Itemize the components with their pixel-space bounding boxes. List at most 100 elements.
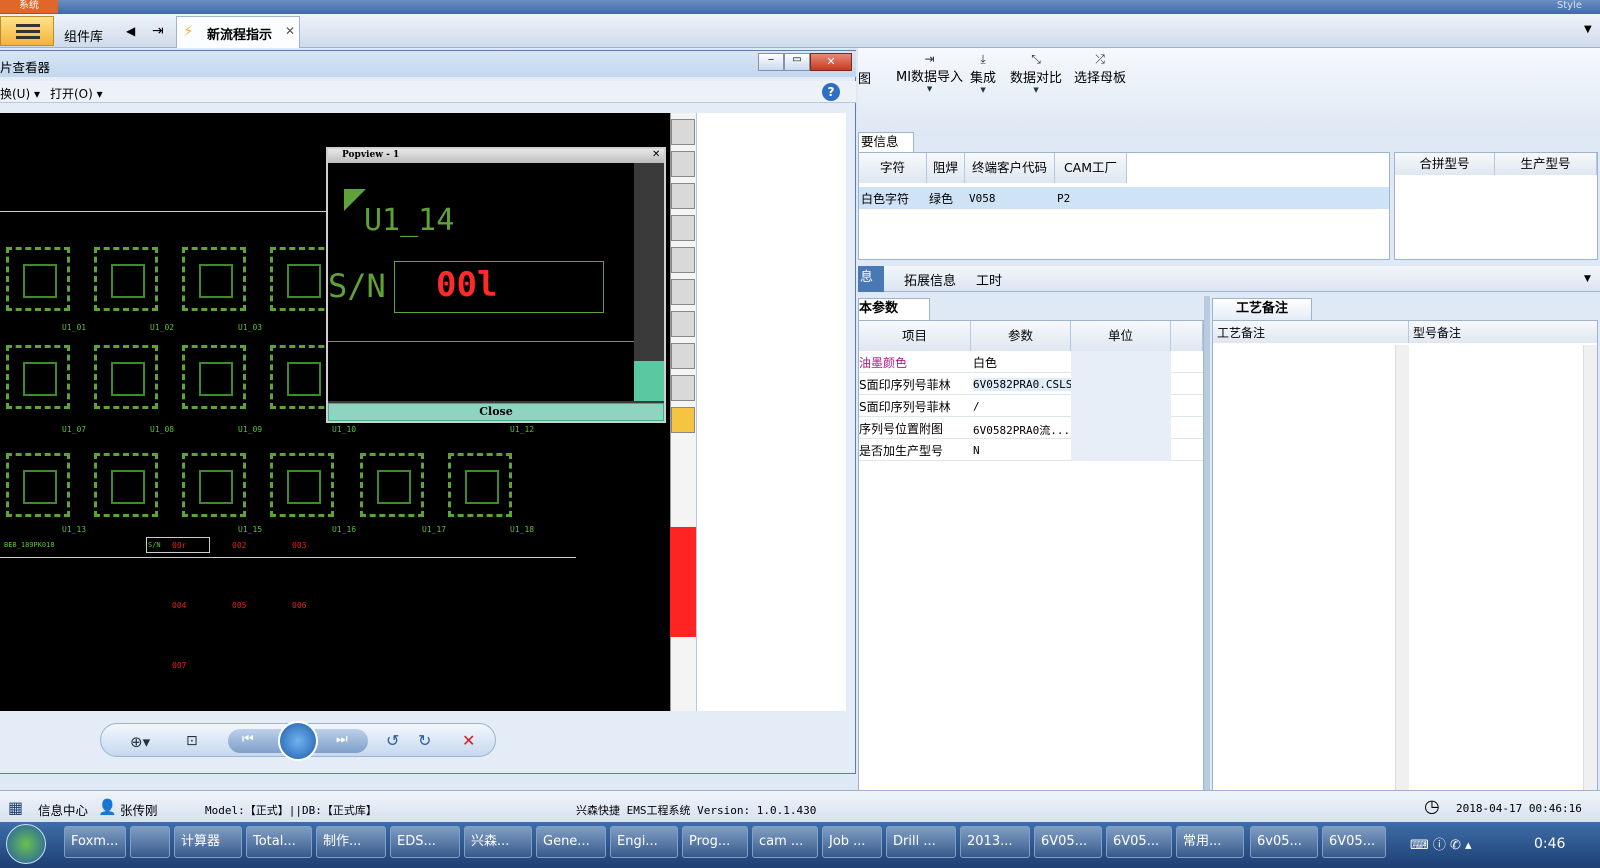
menu-open[interactable]: 打开(O) ▾ — [50, 85, 103, 102]
tool-icon[interactable] — [671, 215, 695, 241]
next-icon[interactable]: ⏭ — [336, 732, 348, 747]
taskbar-item[interactable]: 6V05... — [1106, 826, 1172, 858]
chip-label: U1_02 — [150, 323, 175, 332]
col-header[interactable]: 项目 — [859, 321, 971, 351]
popview-close-icon[interactable]: ✕ — [652, 149, 660, 160]
tab-next-icon[interactable]: ⇥ — [152, 23, 164, 39]
tab-close-icon[interactable]: ✕ — [285, 24, 295, 38]
taskbar-item[interactable]: Foxm... — [64, 826, 126, 858]
taskbar-item[interactable]: Engi... — [610, 826, 678, 858]
taskbar-item[interactable]: EDS... — [390, 826, 460, 858]
summary-tab[interactable]: 要信息 — [858, 132, 914, 152]
col-header[interactable]: 终端客户代码 — [965, 153, 1055, 183]
notes-process-scrollbar[interactable] — [1395, 345, 1409, 807]
grid-icon[interactable]: ▦ — [8, 798, 23, 817]
table-row[interactable]: 是否加生产型号 N — [859, 439, 1203, 461]
notes-process-header: 工艺备注 — [1213, 321, 1409, 343]
subtab-hours[interactable]: 工时 — [976, 270, 1002, 289]
rotate-right-icon[interactable]: ↻ — [418, 731, 431, 750]
tool-icon[interactable] — [671, 183, 695, 209]
subtab-extended[interactable]: 拓展信息 — [904, 270, 956, 289]
tool-icon[interactable] — [671, 151, 695, 177]
table-row[interactable]: S面印序列号菲林 6V0582PRA0.CSLSH — [859, 373, 1203, 395]
col-header[interactable]: 合拼型号 — [1395, 153, 1495, 175]
popview-canvas[interactable]: U1_14 S/N 00l — [328, 163, 634, 401]
taskbar-item[interactable]: 制作... — [316, 826, 386, 858]
cell: P2 — [1057, 192, 1071, 205]
chip-label: U1_03 — [238, 323, 263, 332]
params-tab[interactable]: 本参数 — [858, 298, 930, 320]
splitter[interactable] — [1204, 296, 1210, 808]
popview-window: Popview - 1 ✕ U1_14 S/N 00l Close — [326, 147, 666, 423]
taskbar-item[interactable]: Job ... — [822, 826, 882, 858]
table-row[interactable]: 白色字符 绿色 V058 P2 — [859, 187, 1389, 209]
cell: 白色字符 — [861, 192, 910, 206]
ribbon-button-0[interactable]: 图 — [858, 68, 871, 87]
taskbar-item[interactable]: Gene... — [536, 826, 606, 858]
system-menu-button[interactable]: 系统 — [0, 0, 58, 13]
taskbar-item[interactable] — [130, 826, 170, 858]
info-center[interactable]: 信息中心 — [38, 800, 88, 819]
taskbar-item[interactable]: Drill ... — [886, 826, 956, 858]
help-icon[interactable]: ? — [822, 83, 840, 101]
fit-icon[interactable]: ⊡ — [186, 733, 198, 749]
tab-active[interactable]: ⚡ 新流程指示 ✕ — [176, 16, 300, 48]
col-header[interactable]: 阻焊 — [927, 153, 965, 183]
taskbar-item[interactable]: 常用... — [1176, 826, 1244, 858]
zoom-icon[interactable]: ⊕▾ — [130, 733, 150, 751]
pointer-icon[interactable] — [671, 407, 695, 433]
subtab-info[interactable]: 息 — [858, 266, 884, 292]
taskbar-item[interactable]: 计算器 — [174, 826, 242, 858]
subtab-dropdown-icon[interactable]: ▼ — [1584, 274, 1591, 284]
col-header[interactable]: 字符 — [859, 153, 927, 183]
delete-icon[interactable]: ✕ — [462, 731, 475, 750]
table-row[interactable]: S面印序列号菲林 / — [859, 395, 1203, 417]
notes-model-scrollbar[interactable] — [1583, 345, 1597, 807]
taskbar-item[interactable]: 2013... — [960, 826, 1030, 858]
maximize-button[interactable]: ▭ — [784, 53, 810, 71]
taskbar-item[interactable]: Total... — [246, 826, 312, 858]
col-header[interactable]: 参数 — [971, 321, 1071, 351]
pcb-canvas[interactable]: U1_01 U1_02 U1_03 U1_07 U1_08 U1_09 U1_1… — [0, 113, 696, 711]
tabbar-dropdown-icon[interactable]: ▼ — [1584, 24, 1592, 35]
tray-icons[interactable]: ⌨ ⓘ ✆ ▴ — [1410, 834, 1472, 853]
ribbon-button-mi-import[interactable]: ⇥ MI数据导入 ▼ — [896, 52, 963, 93]
col-header[interactable]: CAM工厂 — [1055, 153, 1127, 183]
taskbar-item[interactable]: 6V05... — [1034, 826, 1102, 858]
menu-change[interactable]: 换(U) ▾ — [0, 85, 40, 102]
ribbon-button-select-mother[interactable]: ⤮ 选择母板 — [1074, 52, 1126, 86]
chip-label: U1_16 — [332, 525, 357, 534]
params-grid: 项目 参数 单位 油墨颜色 白色 S面印序列号菲林 6V0582PRA0.CSL… — [858, 320, 1204, 808]
tab-prev-icon[interactable]: ◀ — [126, 24, 135, 38]
tool-icon[interactable] — [671, 119, 695, 145]
col-header[interactable]: 单位 — [1071, 321, 1171, 351]
taskbar-items: Foxm... 计算器 Total... 制作... EDS... 兴森... Gene..… — [0, 822, 1600, 868]
ribbon-button-compare[interactable]: ⤡ 数据对比 ▼ — [1010, 52, 1062, 94]
tool-icon[interactable] — [671, 343, 695, 369]
ribbon-button-integrate[interactable]: ⤓ 集成 ▼ — [970, 52, 996, 94]
rotate-left-icon[interactable]: ↺ — [386, 731, 399, 750]
table-row[interactable]: 油墨颜色 白色 — [859, 351, 1203, 373]
tool-icon[interactable] — [671, 311, 695, 337]
taskbar-item[interactable]: 6v05... — [1250, 826, 1318, 858]
cell: 白色 — [973, 356, 998, 370]
taskbar-item[interactable]: 兴森... — [464, 826, 532, 858]
minimize-button[interactable]: ‒ — [758, 53, 784, 71]
prev-icon[interactable]: ⏮ — [242, 732, 254, 747]
tool-icon[interactable] — [671, 279, 695, 305]
tab-component-library[interactable]: 组件库 — [64, 26, 103, 45]
menu-icon[interactable] — [0, 16, 54, 46]
taskbar-item[interactable]: 6V05... — [1322, 826, 1386, 858]
taskbar-item[interactable]: Prog... — [682, 826, 748, 858]
tool-icon[interactable] — [671, 375, 695, 401]
summary-right-grid: 合拼型号 生产型号 — [1394, 152, 1598, 260]
close-button[interactable]: ✕ — [810, 53, 852, 71]
table-row[interactable]: 序列号位置附图 6V0582PRA0流... — [859, 417, 1203, 439]
notes-tab[interactable]: 工艺备注 — [1212, 298, 1312, 320]
popview-close-button[interactable]: Close — [328, 403, 664, 421]
slideshow-button[interactable] — [278, 721, 318, 761]
board-sn: S/N — [148, 541, 161, 549]
taskbar-item[interactable]: cam ... — [752, 826, 818, 858]
col-header[interactable]: 生产型号 — [1495, 153, 1597, 175]
tool-icon[interactable] — [671, 247, 695, 273]
